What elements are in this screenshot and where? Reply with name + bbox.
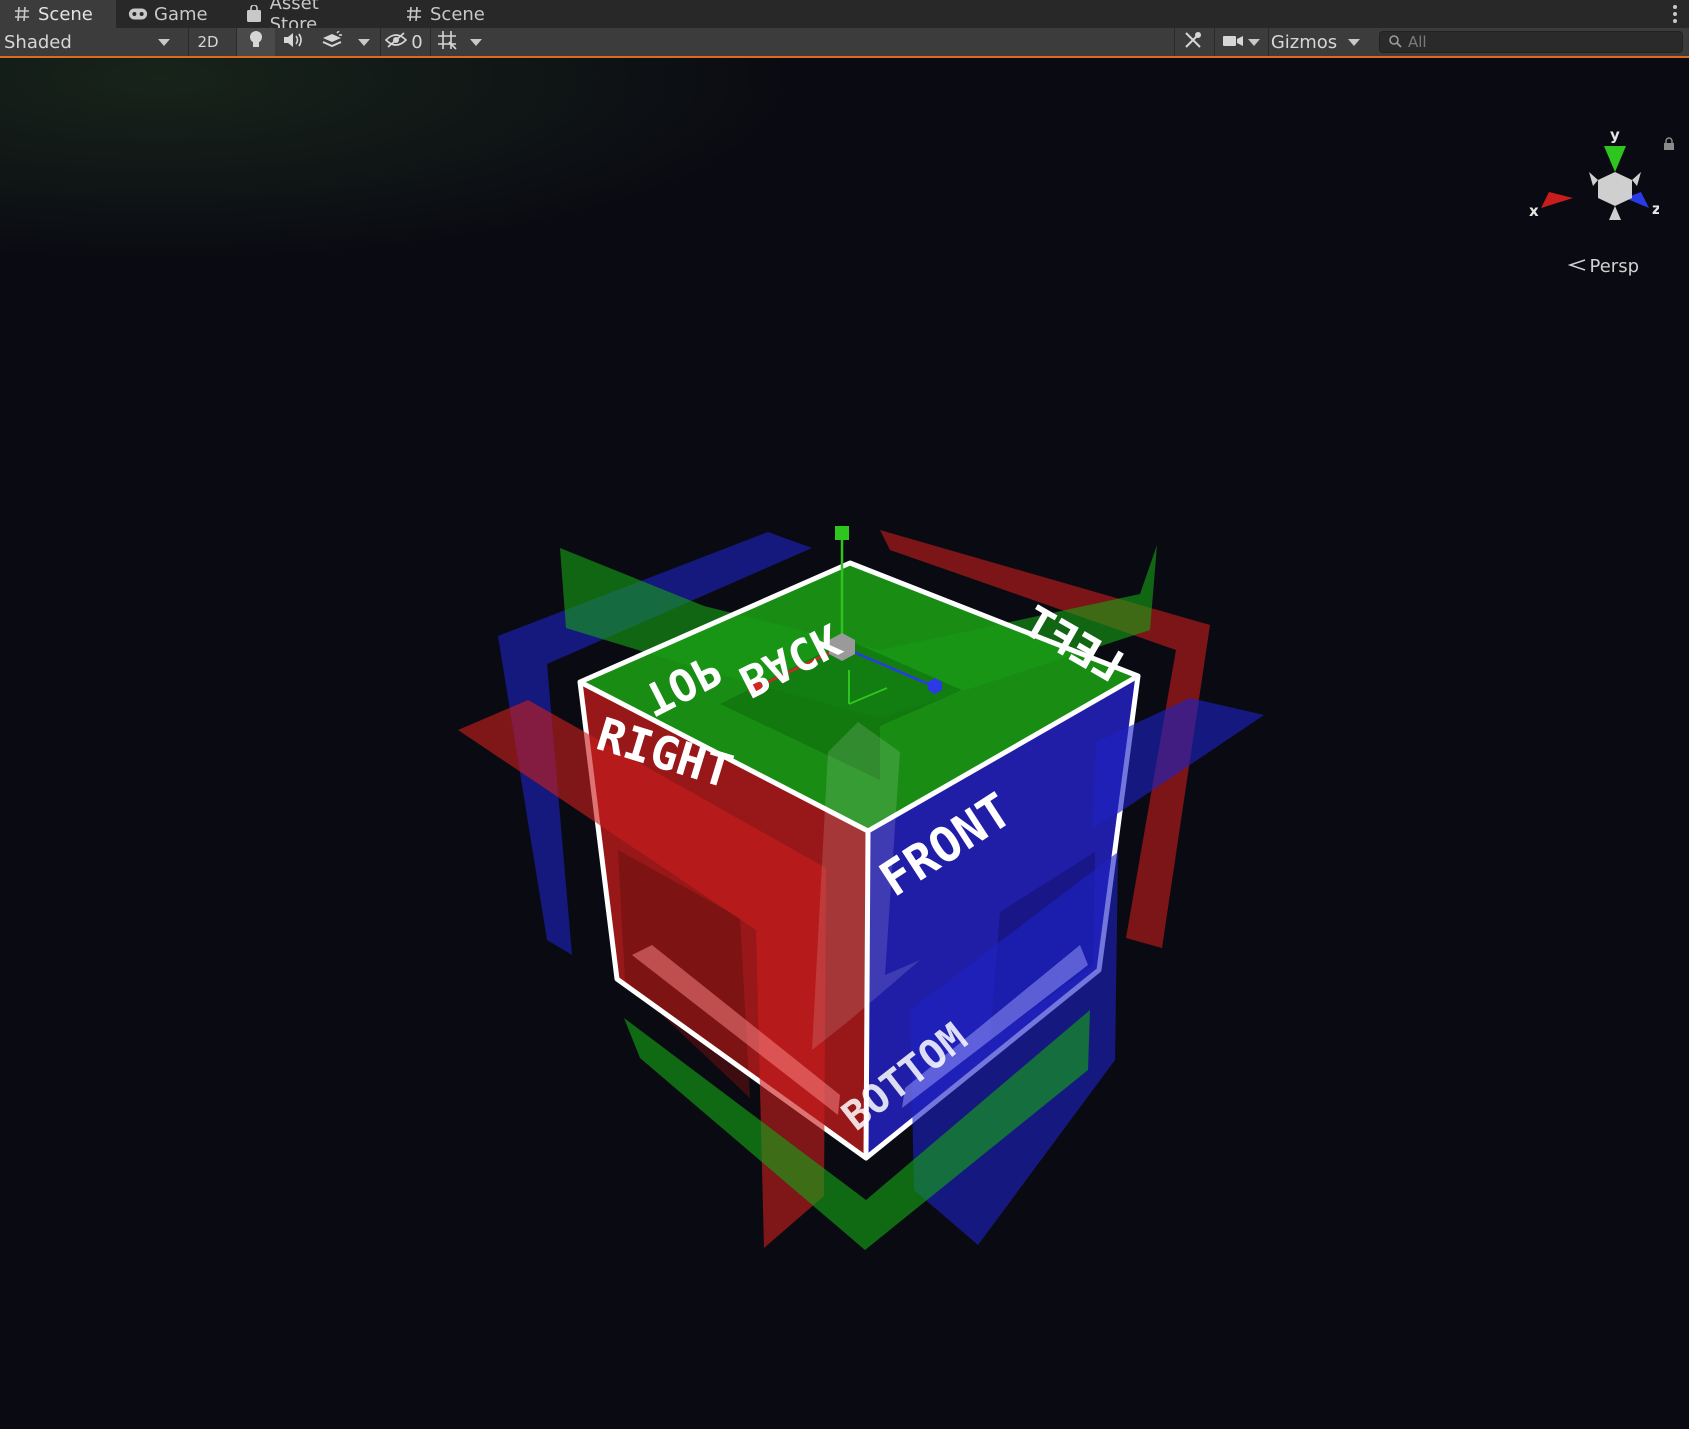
camera-settings-button[interactable] [1214, 28, 1267, 56]
gizmo-neg-z-cone [1589, 172, 1598, 186]
tab-bar: Scene Game Asset Store Scene [0, 0, 1689, 35]
toggle-2d-label: 2D [197, 33, 219, 51]
gizmo-neg-x-cone [1632, 172, 1641, 186]
tab-scene[interactable]: Scene [0, 0, 116, 28]
effects-dropdown[interactable] [352, 28, 376, 56]
gizmo-center-cube [1598, 172, 1632, 206]
camera-icon [1222, 32, 1244, 53]
search-input[interactable] [1408, 33, 1668, 51]
gizmo-y-cone [1604, 146, 1626, 172]
tab-label: Game [154, 3, 208, 25]
tab-scene-2[interactable]: Scene [392, 0, 498, 28]
draw-mode-dropdown[interactable]: Shaded [0, 28, 178, 56]
hidden-count: 0 [411, 31, 423, 53]
gizmo-axis-z-label: z [1652, 200, 1659, 218]
chevron-down-icon [358, 38, 370, 46]
lock-icon[interactable] [1663, 136, 1675, 155]
gizmos-button[interactable]: Gizmos [1268, 28, 1339, 56]
audio-toggle[interactable] [274, 28, 312, 56]
perspective-icon [1567, 256, 1586, 277]
search-icon [1388, 33, 1402, 52]
gizmos-dropdown[interactable] [1340, 28, 1368, 56]
draw-mode-label: Shaded [4, 31, 72, 53]
gizmo-x-cone [1541, 192, 1573, 208]
chevron-down-icon [1348, 38, 1360, 46]
tools-icon [1183, 30, 1203, 55]
hidden-objects-toggle[interactable]: 0 [380, 28, 427, 56]
projection-toggle[interactable]: Persp [1567, 256, 1640, 277]
tab-game[interactable]: Game [116, 0, 228, 28]
tab-label: Scene [430, 3, 485, 25]
tab-asset-store[interactable]: Asset Store [232, 0, 382, 35]
hash-icon [12, 4, 32, 24]
grid-dropdown[interactable] [464, 28, 488, 56]
scene-canvas[interactable]: TOP BACK LEFT RIGHT FRONT BOTTOM [0, 58, 1689, 1429]
grid-icon [437, 30, 457, 55]
lightbulb-icon [249, 30, 263, 55]
gizmo-neg-y-cone [1609, 206, 1621, 220]
chevron-down-icon [470, 38, 482, 46]
eye-slash-icon [385, 31, 408, 53]
grid-toggle[interactable] [430, 28, 463, 56]
gizmo-axis-y-label: y [1610, 128, 1620, 144]
effects-toggle[interactable] [312, 28, 352, 56]
scene-toolbar: Shaded 2D 0 Gizmos All [0, 28, 1689, 58]
orientation-gizmo[interactable]: y x z [1529, 128, 1659, 238]
chevron-down-icon [158, 38, 170, 46]
chevron-down-icon [1248, 38, 1260, 46]
shopping-bag-icon [244, 4, 264, 24]
gizmo-axis-x-label: x [1529, 202, 1539, 220]
gizmos-label: Gizmos [1270, 31, 1338, 53]
projection-label: Persp [1589, 256, 1640, 277]
tab-label: Scene [38, 3, 93, 25]
speaker-icon [282, 31, 304, 54]
tools-button[interactable] [1174, 28, 1211, 56]
effects-layers-icon [321, 29, 343, 54]
y-axis-handle-cap [835, 526, 849, 540]
more-options-icon[interactable] [1671, 4, 1679, 24]
scene-viewport[interactable]: TOP BACK LEFT RIGHT FRONT BOTTOM y x z P… [0, 58, 1689, 1429]
hash-icon [404, 4, 424, 24]
hierarchy-search[interactable] [1379, 31, 1683, 53]
gamepad-icon [128, 4, 148, 24]
toggle-2d-button[interactable]: 2D [188, 28, 227, 56]
lighting-toggle[interactable] [236, 28, 275, 56]
